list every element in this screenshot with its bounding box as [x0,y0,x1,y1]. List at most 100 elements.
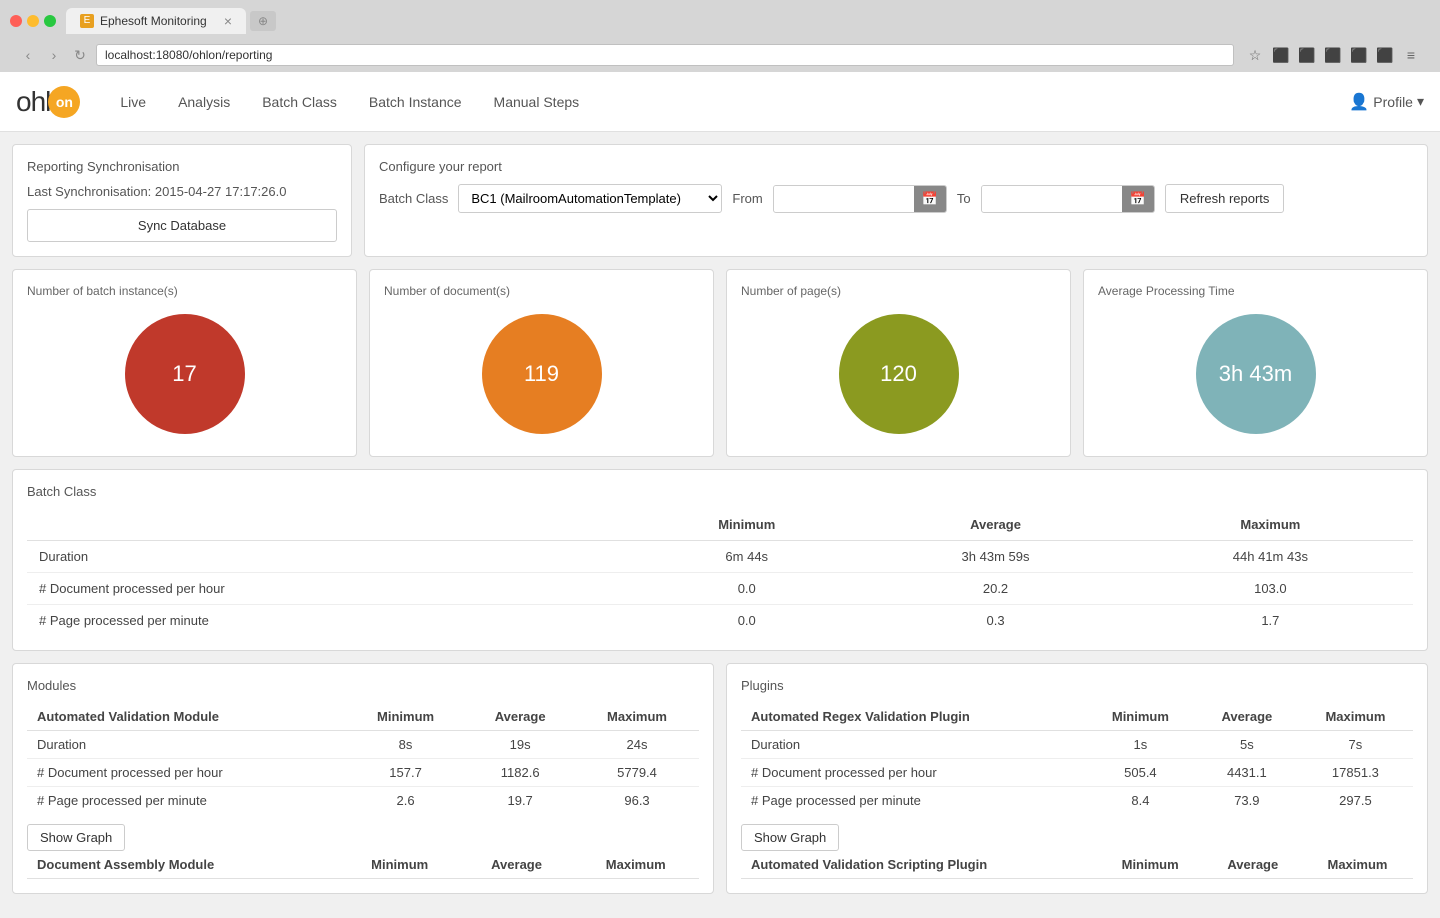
logo-on-badge: on [48,86,80,118]
mod-cell-0-2-1: 2.6 [346,787,465,815]
config-title: Configure your report [379,159,1413,174]
plug-cell-0-1-2: 4431.1 [1196,759,1298,787]
batch-class-table: MinimumAverageMaximum Duration6m 44s3h 4… [27,509,1413,636]
modules-content: Automated Validation ModuleMinimumAverag… [27,703,699,879]
plug-cell-0-2-3: 297.5 [1298,787,1413,815]
plug-row-0-1: # Document processed per hour505.44431.1… [741,759,1413,787]
plug-row-0-2: # Page processed per minute8.473.9297.5 [741,787,1413,815]
to-calendar-icon[interactable]: 📅 [1122,186,1154,212]
bookmark-icon[interactable]: ☆ [1244,44,1266,66]
logo-ohl-text: ohl [16,86,50,118]
last-sync-text: Last Synchronisation: 2015-04-27 17:17:2… [27,184,337,199]
main-nav: Live Analysis Batch Class Batch Instance… [104,86,1349,118]
batch-cell-2-1: 0.0 [630,605,863,637]
batch-cell-0-3: 44h 41m 43s [1128,541,1413,573]
nav-live[interactable]: Live [104,86,162,118]
fullscreen-dot[interactable] [44,15,56,27]
ext-icon-1[interactable]: ⬛ [1270,44,1292,66]
mod-row-0-0: Duration8s19s24s [27,731,699,759]
plug-header-1-1: Minimum [1097,851,1204,879]
sync-database-button[interactable]: Sync Database [27,209,337,242]
logo: ohl on [16,86,80,118]
stat-circle-3: 3h 43m [1196,314,1316,434]
batch-cell-0-2: 3h 43m 59s [863,541,1127,573]
stat-title-1: Number of document(s) [384,284,699,298]
plug-header-0-3: Maximum [1298,703,1413,731]
plug-show-graph-button-0[interactable]: Show Graph [741,824,839,851]
nav-analysis[interactable]: Analysis [162,86,246,118]
mod-header-row-0: Automated Validation ModuleMinimumAverag… [27,703,699,731]
from-calendar-icon[interactable]: 📅 [914,186,946,212]
batch-cell-2-0: # Page processed per minute [27,605,630,637]
minimize-dot[interactable] [27,15,39,27]
plug-cell-0-2-0: # Page processed per minute [741,787,1085,815]
mod-cell-0-0-1: 8s [346,731,465,759]
batch-class-select[interactable]: BC1 (MailroomAutomationTemplate) [458,184,722,213]
mod-cell-0-1-1: 157.7 [346,759,465,787]
plug-table-1: Automated Validation Scripting PluginMin… [741,851,1413,879]
stat-card-0: Number of batch instance(s) 17 [12,269,357,457]
mod-row-0-1: # Document processed per hour157.71182.6… [27,759,699,787]
ext-icon-5[interactable]: ⬛ [1374,44,1396,66]
plug-cell-0-1-1: 505.4 [1085,759,1196,787]
mod-header-0-3: Maximum [575,703,699,731]
mod-header-1-3: Maximum [573,851,699,879]
mod-show-graph-button-0[interactable]: Show Graph [27,824,125,851]
close-dot[interactable] [10,15,22,27]
plug-cell-0-2-1: 8.4 [1085,787,1196,815]
sync-title: Reporting Synchronisation [27,159,337,174]
batch-cell-1-1: 0.0 [630,573,863,605]
batch-table-body: Duration6m 44s3h 43m 59s44h 41m 43s# Doc… [27,541,1413,637]
mod-cell-0-1-0: # Document processed per hour [27,759,346,787]
profile-button[interactable]: 👤 Profile ▾ [1349,92,1424,112]
batch-col-header-2: Average [863,509,1127,541]
main-content: Reporting Synchronisation Last Synchroni… [0,132,1440,918]
batch-cell-1-3: 103.0 [1128,573,1413,605]
batch-col-header-1: Minimum [630,509,863,541]
menu-icon[interactable]: ≡ [1400,44,1422,66]
mod-cell-0-2-3: 96.3 [575,787,699,815]
plug-header-0-1: Minimum [1085,703,1196,731]
plug-header-0-0: Automated Regex Validation Plugin [741,703,1085,731]
mod-header-row-1: Document Assembly ModuleMinimumAverageMa… [27,851,699,879]
stat-card-3: Average Processing Time 3h 43m [1083,269,1428,457]
new-tab-btn[interactable]: ⊕ [250,11,276,31]
batch-cell-1-2: 20.2 [863,573,1127,605]
batch-table-header-row: MinimumAverageMaximum [27,509,1413,541]
forward-button[interactable]: › [44,45,64,65]
profile-icon: 👤 [1349,92,1369,112]
back-button[interactable]: ‹ [18,45,38,65]
stat-title-2: Number of page(s) [741,284,1056,298]
ext-icon-3[interactable]: ⬛ [1322,44,1344,66]
address-bar[interactable]: localhost:18080/ohlon/reporting [96,44,1234,66]
browser-tab[interactable]: E Ephesoft Monitoring × [66,8,246,34]
mod-header-1-0: Document Assembly Module [27,851,339,879]
mod-cell-0-2-0: # Page processed per minute [27,787,346,815]
batch-row-2: # Page processed per minute0.00.31.7 [27,605,1413,637]
from-date-input[interactable] [774,186,914,211]
batch-class-panel: Batch Class MinimumAverageMaximum Durati… [12,469,1428,651]
mod-table-0: Automated Validation ModuleMinimumAverag… [27,703,699,814]
refresh-reports-button[interactable]: Refresh reports [1165,184,1285,213]
to-date-input[interactable] [982,186,1122,211]
plug-cell-0-0-0: Duration [741,731,1085,759]
refresh-button[interactable]: ↻ [70,45,90,65]
mod-cell-0-0-3: 24s [575,731,699,759]
tab-close-icon[interactable]: × [224,13,232,29]
nav-batch-instance[interactable]: Batch Instance [353,86,478,118]
stat-circle-2: 120 [839,314,959,434]
from-label: From [732,191,762,206]
plug-cell-0-1-0: # Document processed per hour [741,759,1085,787]
ext-icon-2[interactable]: ⬛ [1296,44,1318,66]
stat-title-3: Average Processing Time [1098,284,1413,298]
mod-cell-0-0-2: 19s [465,731,575,759]
stat-card-2: Number of page(s) 120 [726,269,1071,457]
plug-cell-0-2-2: 73.9 [1196,787,1298,815]
mod-header-1-2: Average [461,851,573,879]
batch-cell-0-1: 6m 44s [630,541,863,573]
batch-cell-2-3: 1.7 [1128,605,1413,637]
nav-manual-steps[interactable]: Manual Steps [478,86,596,118]
ext-icon-4[interactable]: ⬛ [1348,44,1370,66]
nav-batch-class[interactable]: Batch Class [246,86,353,118]
batch-col-header-0 [27,509,630,541]
